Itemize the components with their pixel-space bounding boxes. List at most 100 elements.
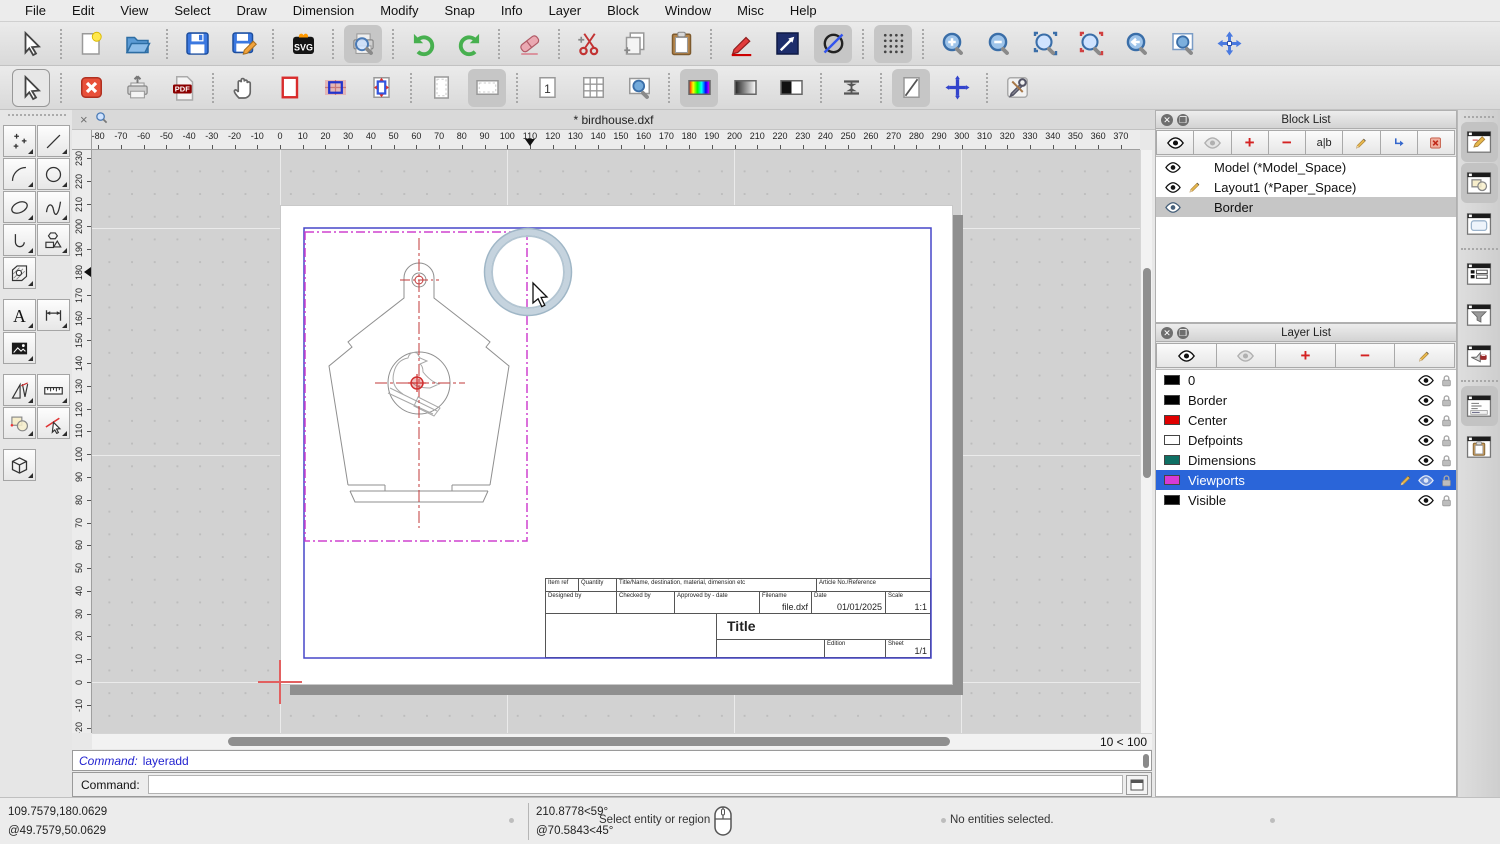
zoom-in-button[interactable] [934,25,972,63]
crosshair-tool-button[interactable] [938,69,976,107]
layer-row-center[interactable]: Center [1156,410,1456,430]
menu-draw[interactable]: Draw [223,0,279,22]
layer-visibility-eye-icon[interactable] [1416,374,1436,386]
undo-button[interactable] [404,25,442,63]
layer-row-visible[interactable]: Visible [1156,490,1456,510]
layer-lock-icon[interactable] [1436,374,1456,387]
menu-block[interactable]: Block [594,0,652,22]
draft-mode-button[interactable] [892,68,930,107]
block-visibility-eye-icon[interactable] [1162,201,1184,213]
menu-misc[interactable]: Misc [724,0,777,22]
grid-toggle-button[interactable] [874,24,912,63]
lineweight-button[interactable] [832,69,870,107]
layer-lock-icon[interactable] [1436,434,1456,447]
rename-block-button[interactable]: a|b [1305,130,1344,155]
remove-block-button[interactable]: − [1267,130,1306,155]
block-list-panel-toggle-button[interactable] [1460,163,1498,203]
previous-view-button[interactable] [1118,25,1156,63]
menu-help[interactable]: Help [777,0,830,22]
layer-row-0[interactable]: 0 [1156,370,1456,390]
block-edit-pencil-icon[interactable] [1184,180,1206,194]
menu-modify[interactable]: Modify [367,0,431,22]
tool-hatch-button[interactable] [3,257,36,289]
layer-row-viewports[interactable]: Viewports [1156,470,1456,490]
page-portrait-button[interactable] [422,69,460,107]
layer-lock-icon[interactable] [1436,454,1456,467]
grayscale-mode-button[interactable] [726,69,764,107]
panel-close-icon[interactable]: ✕ [1161,327,1173,339]
print-button[interactable] [118,69,156,107]
zoom-window-button[interactable] [1164,25,1202,63]
layer-visibility-eye-icon[interactable] [1416,454,1436,466]
tool-arc-button[interactable] [3,158,36,190]
panel-close-icon[interactable]: ✕ [1161,114,1173,126]
layer-visibility-eye-icon[interactable] [1416,414,1436,426]
command-history-scrollbar[interactable] [1143,754,1149,768]
menu-snap[interactable]: Snap [432,0,488,22]
redo-button[interactable] [450,25,488,63]
tool-line-button[interactable] [37,125,70,157]
layer-row-dimensions[interactable]: Dimensions [1156,450,1456,470]
layer-visibility-eye-icon[interactable] [1416,434,1436,446]
new-file-button[interactable] [72,25,110,63]
zoom-page-button[interactable] [620,69,658,107]
preferences-button[interactable] [998,69,1036,107]
zoom-out-button[interactable] [980,25,1018,63]
bw-mode-button[interactable] [772,69,810,107]
drawing-border-button[interactable] [270,69,308,107]
layer-row-defpoints[interactable]: Defpoints [1156,430,1456,450]
edit-block-button[interactable] [1342,130,1381,155]
block-visibility-eye-icon[interactable] [1162,181,1184,193]
page-grid-button[interactable] [574,69,612,107]
command-options-button[interactable] [1126,774,1148,795]
draw-pencil-button[interactable] [722,25,760,63]
pdf-export-button[interactable]: PDF [164,69,202,107]
panel-float-icon[interactable]: ❐ [1177,327,1189,339]
panel-float-icon[interactable]: ❐ [1177,114,1189,126]
block-visibility-eye-icon[interactable] [1162,161,1184,173]
layer-lock-icon[interactable] [1436,414,1456,427]
edit-layer-button[interactable] [1394,343,1455,368]
tool-box3d-button[interactable] [3,449,36,481]
property-editor-panel-toggle-button[interactable] [1460,122,1498,162]
toolbar-drag-handle[interactable] [8,114,66,121]
tool-ellipse-button[interactable] [3,191,36,223]
show-all-blocks-button[interactable] [1156,130,1195,155]
layer-lock-icon[interactable] [1436,474,1456,487]
circle-slash-button[interactable] [814,24,852,63]
selection-pointer-button[interactable] [12,68,50,107]
horizontal-scrollbar[interactable]: 10 < 100 [92,733,1152,749]
tool-points-button[interactable] [3,125,36,157]
vertical-scrollbar-thumb[interactable] [1143,268,1151,478]
layer-list-panel-toggle-button[interactable] [1461,254,1498,294]
save-button[interactable] [178,25,216,63]
insert-block-button[interactable] [1379,130,1418,155]
menu-window[interactable]: Window [652,0,724,22]
block-row-model[interactable]: Model (*Model_Space) [1156,157,1456,177]
view-panel-toggle-button[interactable] [1461,204,1498,244]
viewport-fit-button[interactable] [362,69,400,107]
menu-info[interactable]: Info [488,0,536,22]
tool-shapes-button[interactable] [37,224,70,256]
viewport-add-button[interactable] [316,69,354,107]
tool-snap-edit-button[interactable] [37,407,70,439]
menu-edit[interactable]: Edit [59,0,107,22]
svg-export-button[interactable]: SVG [284,25,322,63]
eraser-button[interactable] [510,25,548,63]
copy-button[interactable] [616,25,654,63]
purge-block-button[interactable] [1416,130,1455,155]
add-layer-button[interactable]: + [1275,343,1336,368]
tool-polyline-button[interactable] [3,224,36,256]
tool-dimension-button[interactable] [37,299,70,331]
tool-modify-button[interactable] [3,407,36,439]
horizontal-scrollbar-thumb[interactable] [228,737,950,746]
remove-layer-button[interactable]: − [1334,343,1396,368]
zoom-selection-button[interactable] [1072,25,1110,63]
tool-spline-button[interactable] [37,191,70,223]
command-line-panel-toggle-button[interactable] [1460,386,1498,426]
add-block-button[interactable]: + [1230,130,1269,155]
menu-layer[interactable]: Layer [536,0,595,22]
hide-all-blocks-button[interactable] [1193,130,1232,155]
page-landscape-button[interactable] [468,68,506,107]
menu-file[interactable]: File [12,0,59,22]
